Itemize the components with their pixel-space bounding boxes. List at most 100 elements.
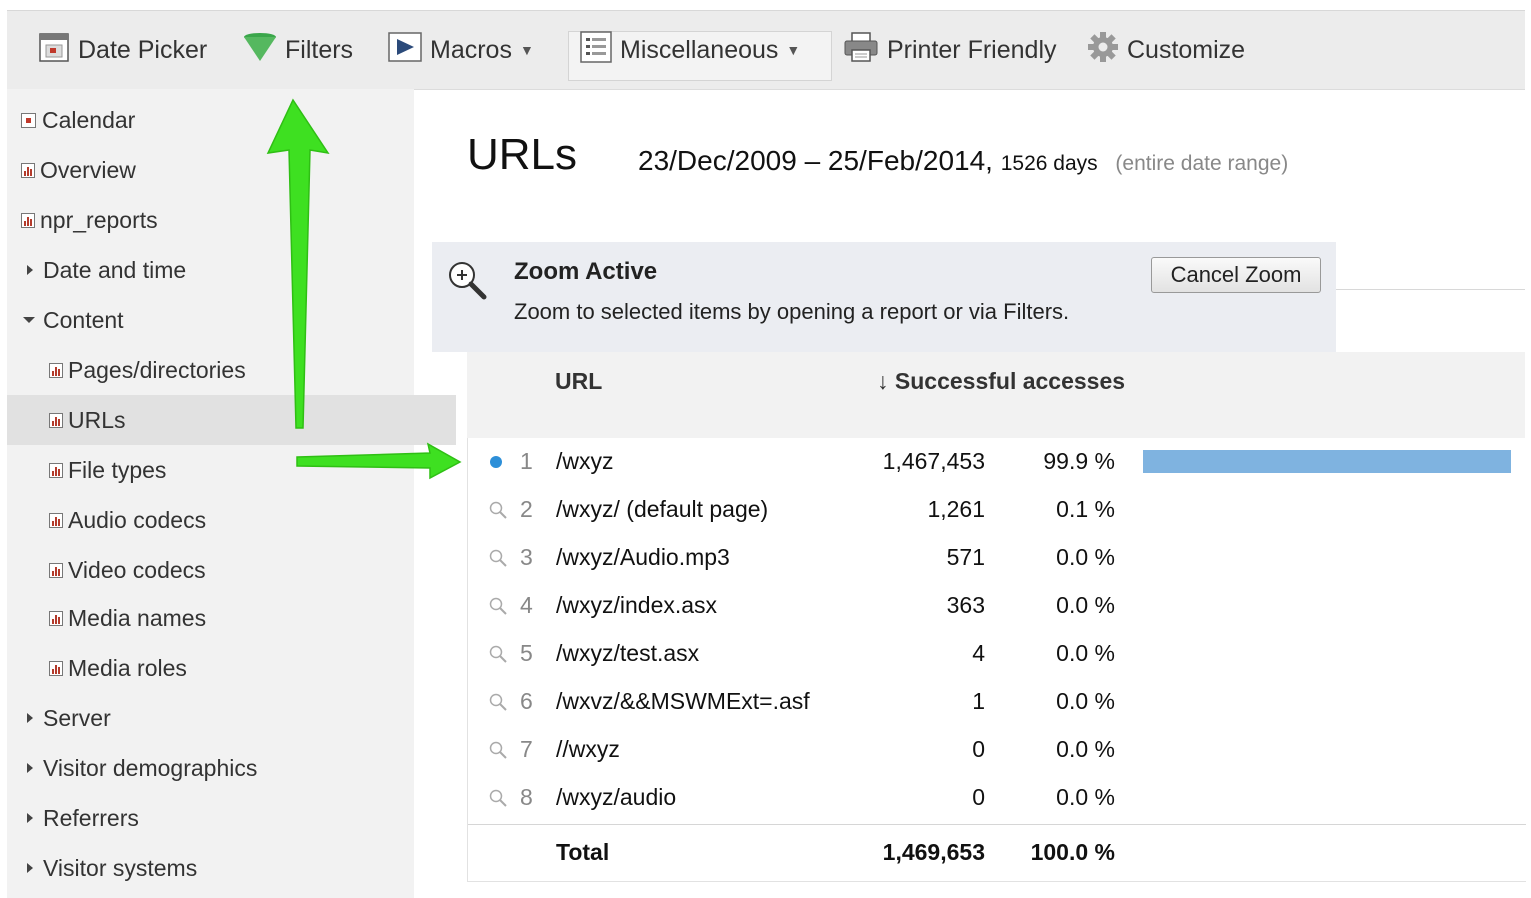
sidebar-item-pages-directories[interactable]: Pages/directories <box>7 345 456 395</box>
total-accesses: 1,469,653 <box>882 839 985 865</box>
page-title: URLs <box>467 130 578 179</box>
active-row-dot-icon <box>490 456 502 468</box>
expand-arrow-icon <box>27 863 33 873</box>
sidebar-item-label: npr_reports <box>40 206 158 233</box>
printer-friendly-button[interactable]: Printer Friendly <box>843 11 1057 89</box>
row-url[interactable]: /wxvz/&&MSWMExt=.asf <box>556 688 810 715</box>
zoom-magnifier-icon[interactable] <box>488 596 508 621</box>
row-rank: 6 <box>520 688 533 714</box>
sidebar-item-visitor-demographics[interactable]: Visitor demographics <box>7 743 432 793</box>
report-icon <box>49 462 63 478</box>
table-row[interactable]: 2/wxyz/ (default page) 1,261 0.1 % <box>468 486 1526 534</box>
column-header-successful-accesses[interactable]: ↓ Successful accesses <box>877 368 1125 395</box>
row-percent: 0.0 % <box>1056 688 1115 714</box>
printer-friendly-label: Printer Friendly <box>887 35 1057 64</box>
table-row[interactable]: 7 //wxyz 0 0.0 % <box>468 726 1526 774</box>
table-row[interactable]: 4/wxyz/index.asx 363 0.0 % <box>468 582 1526 630</box>
sidebar-item-calendar[interactable]: Calendar <box>7 95 428 145</box>
miscellaneous-button[interactable]: Miscellaneous ▼ <box>580 11 800 89</box>
calendar-icon <box>21 112 36 128</box>
sidebar-item-video-codecs[interactable]: Video codecs <box>7 545 456 595</box>
macros-button[interactable]: Macros ▼ <box>388 11 534 89</box>
row-url[interactable]: //wxyz <box>556 736 620 763</box>
chevron-down-icon: ▼ <box>519 42 534 58</box>
row-url[interactable]: /wxyz/Audio.mp3 <box>556 544 730 571</box>
row-accesses: 1 <box>972 688 985 714</box>
row-url[interactable]: /wxyz/index.asx <box>556 592 717 619</box>
sidebar-item-audio-codecs[interactable]: Audio codecs <box>7 495 456 545</box>
report-icon <box>49 610 63 626</box>
sidebar-item-label: Pages/directories <box>68 356 246 383</box>
sidebar-item-content[interactable]: Content <box>7 295 430 345</box>
zoom-magnifier-icon[interactable] <box>488 692 508 717</box>
days-count: 1526 days <box>1000 152 1098 175</box>
sidebar-item-label: Referrers <box>43 804 139 831</box>
expand-arrow-icon <box>27 713 33 723</box>
row-percent: 0.0 % <box>1056 592 1115 618</box>
date-picker-label: Date Picker <box>78 35 208 64</box>
zoom-magnifier-icon[interactable] <box>488 548 508 573</box>
row-accesses: 4 <box>972 640 985 666</box>
zoom-magnifier-icon[interactable] <box>488 500 508 525</box>
date-range: 23/Dec/2009 – 25/Feb/2014, 1526 days (en… <box>638 145 1288 177</box>
cancel-zoom-button[interactable]: Cancel Zoom <box>1151 257 1321 293</box>
sidebar-item-overview[interactable]: Overview <box>7 145 428 195</box>
expand-arrow-icon <box>27 265 33 275</box>
miscellaneous-label: Miscellaneous <box>620 35 779 64</box>
row-rank: 4 <box>520 592 533 618</box>
filters-button[interactable]: Filters <box>243 11 353 89</box>
sidebar-item-server[interactable]: Server <box>7 693 432 743</box>
row-percent: 0.0 % <box>1056 544 1115 570</box>
customize-button[interactable]: Customize <box>1087 11 1245 89</box>
expand-arrow-icon <box>27 763 33 773</box>
report-icon <box>21 212 35 228</box>
row-url[interactable]: /wxyz/test.asx <box>556 640 699 667</box>
sidebar-item-file-types[interactable]: File types <box>7 445 456 495</box>
table-row[interactable]: 1/wxyz 1,467,453 99.9 % <box>468 438 1526 486</box>
row-accesses: 363 <box>946 592 985 618</box>
sidebar: Calendar Overview npr_reports Date and t… <box>7 89 456 898</box>
sidebar-item-media-names[interactable]: Media names <box>7 593 456 643</box>
sidebar-item-npr-reports[interactable]: npr_reports <box>7 195 428 245</box>
sidebar-item-referrers[interactable]: Referrers <box>7 793 432 843</box>
chevron-down-icon: ▼ <box>786 42 801 58</box>
zoom-magnifier-icon[interactable] <box>488 740 508 765</box>
row-url[interactable]: /wxyz/audio <box>556 784 676 811</box>
zoom-magnifier-icon[interactable] <box>488 788 508 813</box>
row-url[interactable]: /wxyz <box>556 448 614 475</box>
zoom-magnifier-icon[interactable] <box>488 644 508 669</box>
column-header-url[interactable]: URL <box>555 368 602 395</box>
row-rank: 8 <box>520 784 533 810</box>
sidebar-item-urls[interactable]: URLs <box>7 395 456 445</box>
table-row[interactable]: 5/wxyz/test.asx 4 0.0 % <box>468 630 1526 678</box>
sidebar-item-label: Visitor systems <box>43 854 198 881</box>
row-accesses: 0 <box>972 736 985 762</box>
table-row[interactable]: 3/wxyz/Audio.mp3 571 0.0 % <box>468 534 1526 582</box>
printer-icon <box>843 31 879 70</box>
row-rank: 7 <box>520 736 533 762</box>
zoom-in-icon <box>446 260 490 305</box>
sidebar-item-media-roles[interactable]: Media roles <box>7 643 456 693</box>
sidebar-item-visitor-systems[interactable]: Visitor systems <box>7 843 432 893</box>
row-url[interactable]: /wxyz/ (default page) <box>556 496 768 523</box>
divider <box>1336 289 1525 290</box>
filters-label: Filters <box>285 35 354 64</box>
sidebar-item-label: Calendar <box>42 106 136 133</box>
total-percent: 100.0 % <box>1030 839 1115 865</box>
date-range-text: 23/Dec/2009 – 25/Feb/2014, <box>638 145 993 176</box>
sidebar-item-date-and-time[interactable]: Date and time <box>7 245 432 295</box>
date-picker-button[interactable]: Date Picker <box>38 11 207 89</box>
zoom-panel: Zoom Active Zoom to selected items by op… <box>432 242 1336 352</box>
expand-arrow-icon <box>27 813 33 823</box>
collapse-arrow-icon <box>23 317 35 323</box>
sidebar-item-label: Content <box>43 306 124 333</box>
table-row[interactable]: 6/wxvz/&&MSWMExt=.asf 1 0.0 % <box>468 678 1526 726</box>
report-icon <box>21 162 35 178</box>
row-rank: 1 <box>520 448 533 474</box>
table-row[interactable]: 8/wxyz/audio 0 0.0 % <box>468 774 1526 822</box>
column-header-label: Successful accesses <box>894 368 1126 394</box>
customize-label: Customize <box>1127 35 1246 64</box>
total-label: Total <box>556 839 610 865</box>
row-accesses: 0 <box>972 784 985 810</box>
row-accesses: 1,261 <box>927 496 985 522</box>
